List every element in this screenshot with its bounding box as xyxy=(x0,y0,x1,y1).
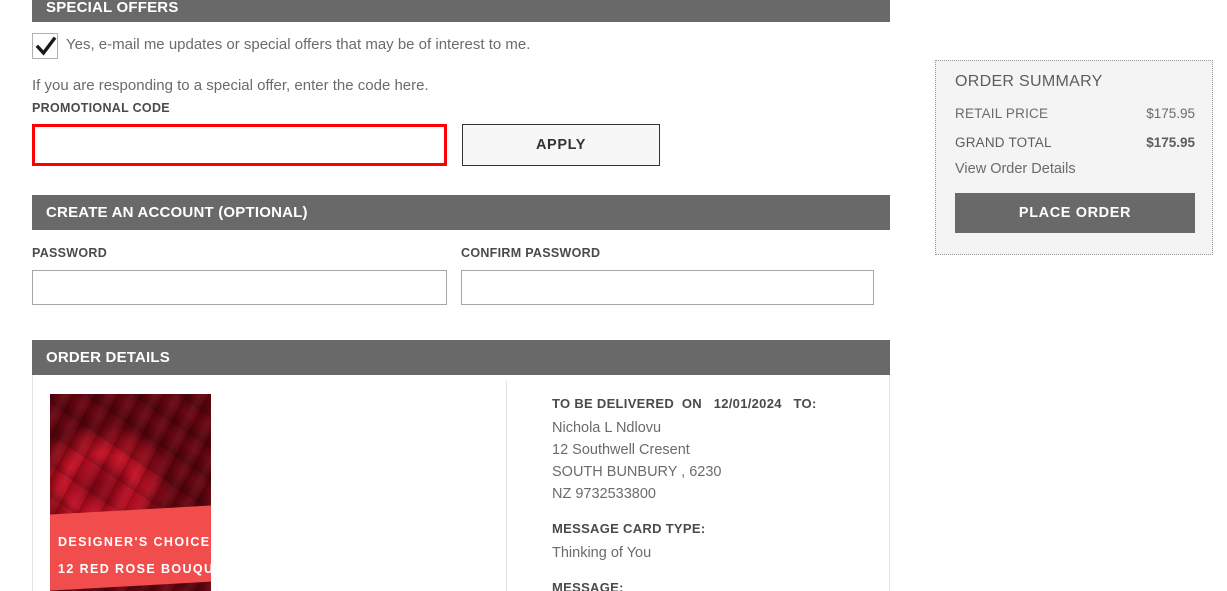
message-card-type-value: Thinking of You xyxy=(552,545,652,561)
product-banner-line2: 12 RED ROSE BOUQUET xyxy=(58,562,211,576)
product-thumbnail[interactable]: DESIGNER'S CHOICE 12 RED ROSE BOUQUET xyxy=(50,394,211,591)
delivery-heading: TO BE DELIVERED ON 12/01/2024 TO: xyxy=(552,396,817,411)
summary-row-grand-total-value: $175.95 xyxy=(1146,135,1195,150)
recipient-address-line2: SOUTH BUNBURY , 6230 xyxy=(552,464,722,480)
confirm-password-label: CONFIRM PASSWORD xyxy=(461,246,601,260)
message-label: MESSAGE: xyxy=(552,580,624,591)
product-banner-text: DESIGNER'S CHOICE 12 RED ROSE BOUQUET xyxy=(50,529,211,591)
promo-hint-text: If you are responding to a special offer… xyxy=(32,77,429,94)
delivery-heading-to: TO: xyxy=(793,396,817,411)
order-summary-panel: ORDER SUMMARY RETAIL PRICE $175.95 GRAND… xyxy=(935,60,1213,255)
apply-promo-button[interactable]: APPLY xyxy=(462,124,660,166)
place-order-button[interactable]: PLACE ORDER xyxy=(955,193,1195,233)
summary-row-retail-price-label: RETAIL PRICE xyxy=(955,106,1049,121)
section-header-create-account-label: CREATE AN ACCOUNT (OPTIONAL) xyxy=(46,204,308,221)
order-summary-title: ORDER SUMMARY xyxy=(955,73,1103,90)
delivery-heading-prefix: TO BE DELIVERED xyxy=(552,396,675,411)
view-order-details-link[interactable]: View Order Details xyxy=(955,161,1076,177)
message-card-type-label: MESSAGE CARD TYPE: xyxy=(552,521,706,536)
checkout-page: SPECIAL OFFERS Yes, e-mail me updates or… xyxy=(0,0,1227,591)
section-header-special-offers-label: SPECIAL OFFERS xyxy=(46,0,179,16)
check-icon xyxy=(35,36,57,56)
recipient-address-line3: NZ 9732533800 xyxy=(552,486,656,502)
apply-promo-button-label: APPLY xyxy=(535,137,586,153)
delivery-date: 12/01/2024 xyxy=(713,396,782,411)
promotional-code-input[interactable] xyxy=(32,124,447,166)
section-header-special-offers: SPECIAL OFFERS xyxy=(32,0,890,22)
summary-row-grand-total-label: GRAND TOTAL xyxy=(955,135,1052,150)
delivery-heading-on: ON xyxy=(681,396,702,411)
place-order-button-label: PLACE ORDER xyxy=(1018,205,1132,221)
product-banner-line1: DESIGNER'S CHOICE xyxy=(58,535,211,549)
section-header-order-details-label: ORDER DETAILS xyxy=(46,349,170,366)
password-input[interactable] xyxy=(32,270,447,305)
password-label: PASSWORD xyxy=(32,246,108,260)
special-offers-checkbox-label: Yes, e-mail me updates or special offers… xyxy=(66,36,531,53)
promotional-code-label: PROMOTIONAL CODE xyxy=(32,101,170,115)
section-header-order-details: ORDER DETAILS xyxy=(32,340,890,375)
confirm-password-input[interactable] xyxy=(461,270,874,305)
section-header-create-account: CREATE AN ACCOUNT (OPTIONAL) xyxy=(32,195,890,230)
summary-row-retail-price-value: $175.95 xyxy=(1146,106,1195,121)
special-offers-checkbox[interactable] xyxy=(32,33,58,59)
order-details-divider xyxy=(506,381,507,591)
checkbox-box[interactable] xyxy=(32,33,58,59)
recipient-address-line1: 12 Southwell Cresent xyxy=(552,442,690,458)
recipient-name: Nichola L Ndlovu xyxy=(552,420,662,436)
